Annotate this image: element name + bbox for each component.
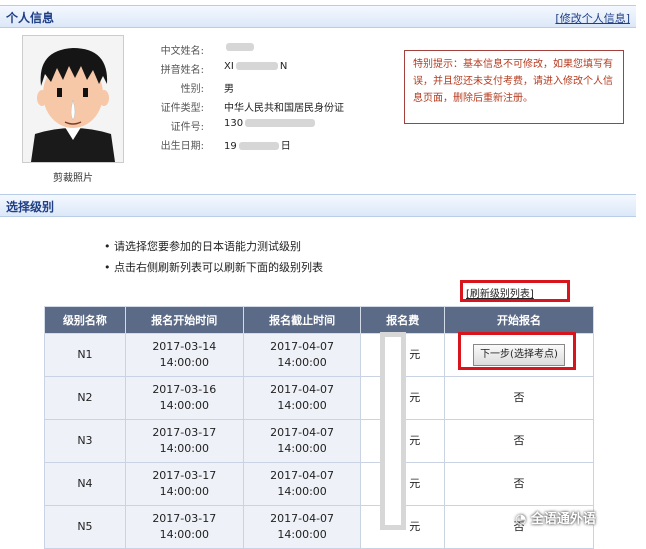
start-cell: 2017-03-14 14:00:00 (124, 333, 244, 377)
col-end-time: 报名截止时间 (242, 306, 362, 334)
instruction-list: 请选择您要参加的日本语能力测试级别 点击右侧刷新列表可以刷新下面的级别列表 (104, 236, 323, 278)
info-row-pinyin-name: 拼音姓名: XI N (140, 60, 400, 76)
register-status: 否 (443, 462, 595, 506)
info-row-gender: 性别: 男 (140, 79, 400, 95)
crop-photo-link[interactable]: 剪裁照片 (22, 169, 124, 184)
birth-date-label: 出生日期: (160, 141, 204, 152)
personal-info-title: 个人信息 (6, 11, 55, 25)
level-cell: N1 (44, 333, 126, 377)
chinese-name-label: 中文姓名: (160, 46, 204, 57)
info-row-id-type: 证件类型: 中华人民共和国居民身份证 (140, 98, 400, 114)
start-cell: 2017-03-17 14:00:00 (124, 462, 244, 506)
register-status: 否 (443, 376, 595, 420)
table-header-row: 级别名称 报名开始时间 报名截止时间 报名费 开始报名 (44, 306, 595, 334)
level-cell: N5 (44, 505, 126, 549)
personal-info-header: 个人信息 [修改个人信息] (0, 5, 636, 28)
table-row: N3 2017-03-17 14:00:00 2017-04-07 14:00:00… (44, 419, 595, 463)
register-cell: 下一步(选择考点) (443, 333, 595, 377)
edit-personal-info-link[interactable]: [修改个人信息] (555, 10, 630, 26)
col-fee: 报名费 (360, 306, 445, 334)
gender-value: 男 (224, 84, 234, 95)
info-row-id-number: 证件号: 130 (140, 117, 400, 133)
table-row: N5 2017-03-17 14:00:00 2017-04-07 14:00:00… (44, 505, 595, 549)
start-cell: 2017-03-17 14:00:00 (124, 419, 244, 463)
end-cell: 2017-04-07 14:00:00 (242, 333, 362, 377)
instruction-item: 请选择您要参加的日本语能力测试级别 (104, 236, 323, 257)
select-level-title: 选择级别 (6, 200, 55, 214)
id-number-value: 130 (224, 118, 317, 129)
start-cell: 2017-03-16 14:00:00 (124, 376, 244, 420)
id-number-label: 证件号: (170, 122, 204, 133)
end-cell: 2017-04-07 14:00:00 (242, 376, 362, 420)
chinese-name-value (224, 42, 256, 53)
table-row: N2 2017-03-16 14:00:00 2017-04-07 14:00:00… (44, 376, 595, 420)
gender-label: 性别: (180, 84, 204, 95)
table-row: N4 2017-03-17 14:00:00 2017-04-07 14:00:00… (44, 462, 595, 506)
end-cell: 2017-04-07 14:00:00 (242, 419, 362, 463)
level-cell: N4 (44, 462, 126, 506)
select-level-header: 选择级别 (0, 194, 636, 217)
col-level-name: 级别名称 (44, 306, 126, 334)
register-status: 否 (443, 419, 595, 463)
id-type-label: 证件类型: (160, 103, 204, 114)
wechat-icon: ◔ (515, 512, 531, 527)
refresh-level-list-link[interactable]: [刷新级别列表] (466, 285, 534, 300)
end-cell: 2017-04-07 14:00:00 (242, 462, 362, 506)
watermark: ◔ 全语通外语 (515, 512, 596, 527)
end-cell: 2017-04-07 14:00:00 (242, 505, 362, 549)
table-row: N1 2017-03-14 14:00:00 2017-04-07 14:00:00… (44, 333, 595, 377)
col-register: 开始报名 (443, 306, 595, 334)
pinyin-name-value: XI N (224, 61, 288, 72)
pinyin-name-label: 拼音姓名: (160, 65, 204, 76)
profile-photo (22, 35, 124, 163)
col-start-time: 报名开始时间 (124, 306, 244, 334)
fee-redaction-bar (380, 332, 406, 530)
start-cell: 2017-03-17 14:00:00 (124, 505, 244, 549)
next-step-select-venue-button[interactable]: 下一步(选择考点) (473, 344, 565, 366)
birth-date-value: 19 日 (224, 141, 291, 152)
level-cell: N2 (44, 376, 126, 420)
info-row-birth-date: 出生日期: 19 日 (140, 136, 400, 152)
refresh-highlight-box: [刷新级别列表] (460, 280, 570, 302)
info-row-chinese-name: 中文姓名: (140, 41, 400, 57)
level-cell: N3 (44, 419, 126, 463)
special-notice: 特别提示：基本信息不可修改，如果您填写有误，并且您还未支付考费，请进入修改个人信… (404, 50, 624, 124)
instruction-item: 点击右侧刷新列表可以刷新下面的级别列表 (104, 257, 323, 278)
level-table: 级别名称 报名开始时间 报名截止时间 报名费 开始报名 N1 2017-03-1… (44, 306, 595, 549)
id-type-value: 中华人民共和国居民身份证 (224, 103, 344, 114)
